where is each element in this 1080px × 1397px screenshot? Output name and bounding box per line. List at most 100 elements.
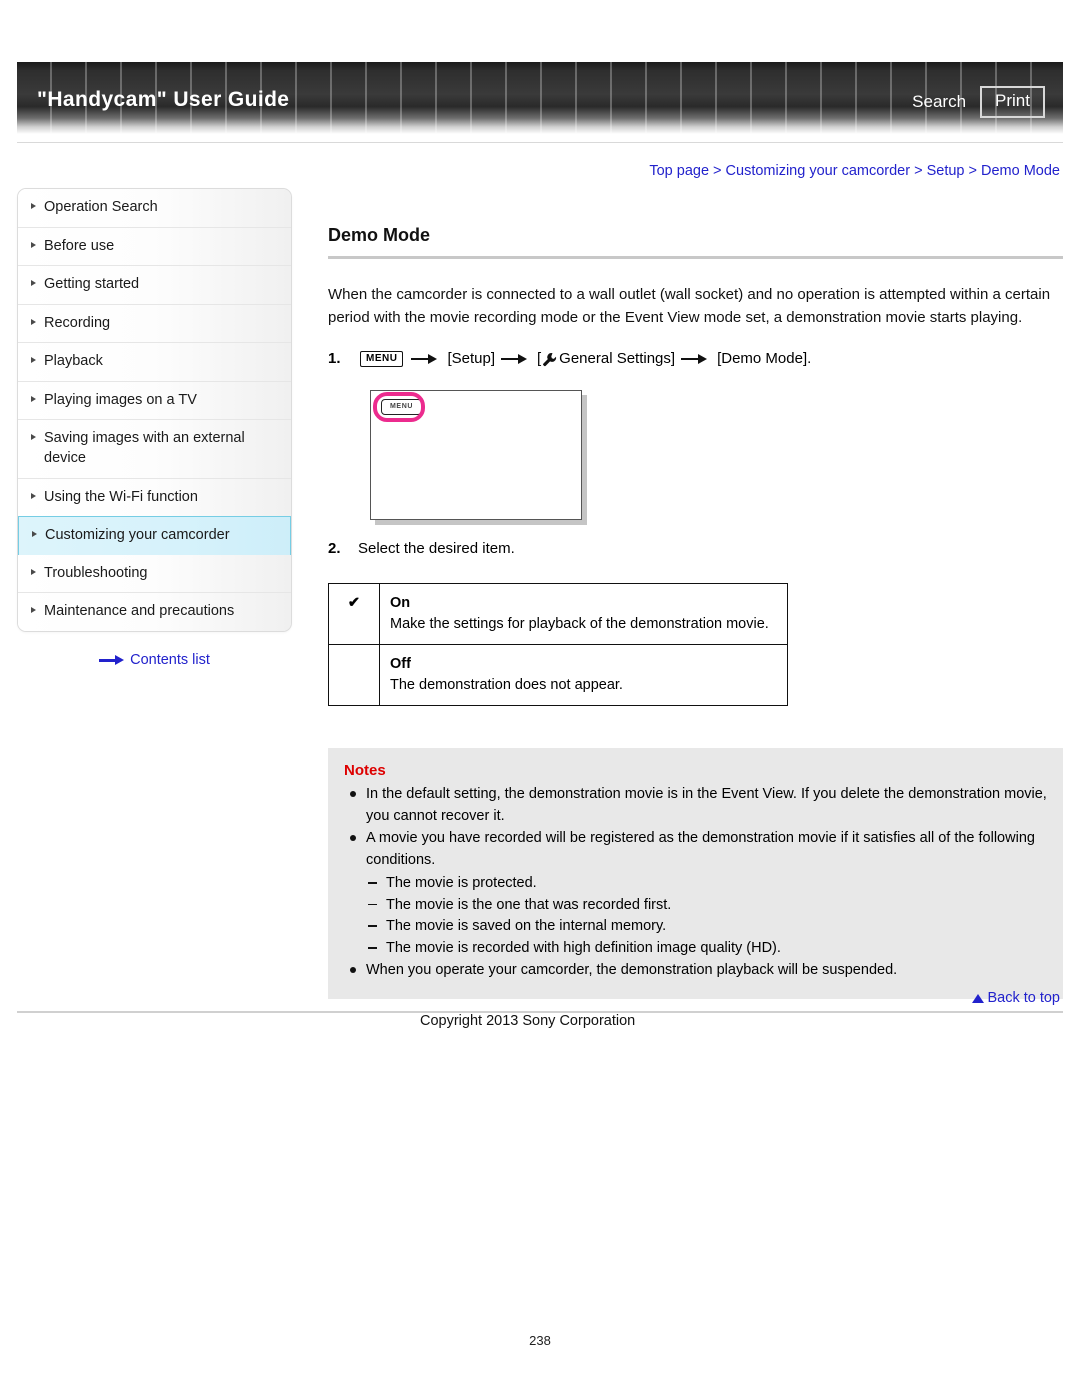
sidebar-item-customizing-your-camcorder[interactable]: Customizing your camcorder — [18, 516, 291, 556]
page-number: 238 — [529, 1333, 551, 1348]
chevron-right-icon — [31, 241, 36, 248]
option-cell: Off The demonstration does not appear. — [379, 643, 788, 706]
step-1-demo-mode-label: [Demo Mode]. — [717, 349, 812, 367]
highlight-callout-ring — [373, 392, 425, 423]
notes-box: Notes In the default setting, the demons… — [328, 747, 1063, 999]
sidebar: Operation Search Before use Getting star… — [17, 188, 292, 668]
sidebar-item-operation-search[interactable]: Operation Search — [18, 189, 291, 228]
page-title: Demo Mode — [328, 225, 431, 245]
sidebar-item-label: Playing images on a TV — [44, 391, 197, 408]
header-actions: Search Print — [912, 86, 1045, 118]
print-button[interactable]: Print — [980, 86, 1045, 118]
header-divider — [17, 142, 1063, 143]
contents-list-label: Contents list — [130, 651, 210, 668]
step-1-bracket-open: [ — [537, 349, 542, 367]
step-2-body: Select the desired item. — [358, 540, 515, 558]
note-sub-text: The movie is saved on the internal memor… — [386, 918, 667, 935]
table-row: ✔ On Make the settings for playback of t… — [328, 582, 788, 645]
sidebar-item-label: Getting started — [44, 276, 140, 293]
note-sub-text: The movie is the one that was recorded f… — [386, 896, 672, 913]
note-sub-item: The movie is the one that was recorded f… — [366, 895, 1047, 917]
sidebar-item-label: Recording — [44, 314, 111, 331]
selected-check-icon: ✔ — [328, 582, 380, 645]
sidebar-item-playback[interactable]: Playback — [18, 343, 291, 382]
camcorder-screen-illustration: MENU — [370, 390, 582, 521]
sidebar-item-playing-images-on-a-tv[interactable]: Playing images on a TV — [18, 381, 291, 421]
note-sub-item: The movie is protected. — [366, 873, 1047, 895]
bullet-icon — [350, 835, 356, 842]
note-sub-item: The movie is recorded with high definiti… — [366, 938, 1047, 960]
step-2: 2. Select the desired item. — [328, 538, 1063, 561]
options-table: ✔ On Make the settings for playback of t… — [328, 582, 788, 706]
dash-icon — [368, 903, 377, 906]
sidebar-item-saving-images-external-device[interactable]: Saving images with an external device — [18, 420, 291, 479]
triangle-up-icon — [972, 994, 985, 1003]
step-1: 1. MENU [Setup] [ General Settings] [Dem… — [328, 348, 1063, 371]
title-divider — [328, 256, 1063, 259]
chevron-right-icon — [31, 434, 36, 441]
table-row: Off The demonstration does not appear. — [328, 643, 788, 706]
option-label: Off — [390, 655, 411, 672]
dash-icon — [368, 881, 377, 884]
note-item: When you operate your camcorder, the dem… — [344, 960, 1047, 982]
intro-paragraph: When the camcorder is connected to a wal… — [328, 286, 1051, 326]
sidebar-item-label: Customizing your camcorder — [45, 527, 230, 544]
note-sub-text: The movie is recorded with high definiti… — [386, 940, 781, 957]
sidebar-item-label: Troubleshooting — [44, 564, 148, 581]
note-sub-list: The movie is protected. The movie is the… — [344, 873, 1047, 960]
chevron-right-icon — [31, 395, 36, 402]
sidebar-item-label: Maintenance and precautions — [44, 603, 235, 620]
dash-icon — [368, 947, 377, 949]
option-cell: On Make the settings for playback of the… — [379, 582, 788, 645]
dash-icon — [368, 925, 377, 927]
sidebar-item-using-the-wifi-function[interactable]: Using the Wi-Fi function — [18, 478, 291, 518]
sidebar-item-maintenance-and-precautions[interactable]: Maintenance and precautions — [18, 593, 291, 631]
breadcrumb[interactable]: Top page > Customizing your camcorder > … — [0, 163, 1060, 179]
note-text: A movie you have recorded will be regist… — [366, 830, 1035, 869]
option-label: On — [390, 594, 411, 611]
step-2-number: 2. — [328, 540, 341, 558]
sidebar-item-label: Saving images with an external device — [44, 430, 245, 466]
option-description: Make the settings for playback of the de… — [390, 616, 769, 633]
note-item: A movie you have recorded will be regist… — [344, 828, 1047, 872]
note-text: When you operate your camcorder, the dem… — [366, 961, 898, 978]
sidebar-item-troubleshooting[interactable]: Troubleshooting — [18, 554, 291, 594]
sidebar-item-label: Operation Search — [44, 199, 158, 215]
chevron-right-icon — [31, 492, 36, 499]
main-content: Demo Mode When the camcorder is connecte… — [328, 225, 1063, 999]
step-1-general-settings-label: General Settings] — [559, 349, 676, 367]
bullet-icon — [350, 790, 356, 797]
arrow-right-icon — [411, 353, 441, 365]
sidebar-nav-list: Operation Search Before use Getting star… — [17, 188, 292, 632]
sidebar-item-getting-started[interactable]: Getting started — [18, 266, 291, 305]
sidebar-item-before-use[interactable]: Before use — [18, 227, 291, 267]
chevron-right-icon — [31, 280, 36, 287]
site-header-banner: "Handycam" User Guide Search Print — [17, 62, 1063, 134]
note-item: In the default setting, the demonstratio… — [344, 784, 1047, 828]
site-title: "Handycam" User Guide — [37, 88, 290, 111]
notes-list: In the default setting, the demonstratio… — [344, 784, 1047, 982]
step-1-body: MENU [Setup] [ General Settings] [Demo M… — [358, 348, 811, 371]
menu-button-icon: MENU — [360, 350, 404, 367]
chevron-right-icon — [31, 318, 36, 325]
sidebar-item-label: Playback — [44, 353, 103, 370]
sidebar-item-label: Using the Wi-Fi function — [44, 488, 198, 505]
back-to-top-label: Back to top — [987, 990, 1060, 1006]
copyright-text: Copyright 2013 Sony Corporation — [420, 1013, 636, 1029]
sidebar-item-recording[interactable]: Recording — [18, 304, 291, 344]
back-to-top-link[interactable]: Back to top — [0, 990, 1060, 1006]
bullet-icon — [350, 966, 356, 973]
search-link[interactable]: Search — [912, 92, 966, 112]
selected-check-icon — [328, 643, 380, 706]
notes-title: Notes — [344, 761, 386, 779]
step-1-setup-label: [Setup] — [447, 349, 495, 367]
contents-list-link[interactable]: Contents list — [17, 652, 292, 668]
chevron-right-icon — [31, 607, 36, 614]
arrow-right-icon — [99, 654, 125, 665]
chevron-right-icon — [31, 357, 36, 364]
arrow-right-icon — [681, 353, 711, 365]
note-sub-item: The movie is saved on the internal memor… — [366, 916, 1047, 938]
sidebar-item-label: Before use — [44, 237, 115, 254]
step-1-number: 1. — [328, 349, 341, 367]
option-description: The demonstration does not appear. — [390, 677, 623, 694]
